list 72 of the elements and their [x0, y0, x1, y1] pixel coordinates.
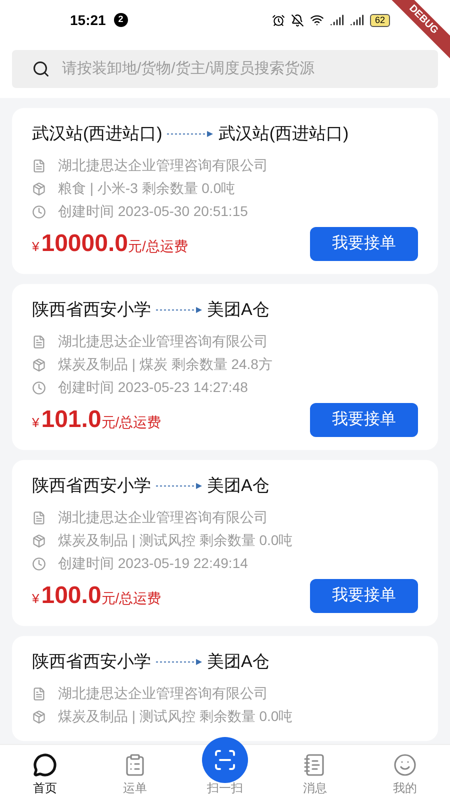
cargo-text: 煤炭及制品 | 煤炭 剩余数量 24.8方 [58, 355, 272, 374]
chat-bubble-icon [33, 753, 57, 777]
route-arrow-icon [166, 130, 214, 138]
company-text: 湖北捷思达企业管理咨询有限公司 [58, 508, 268, 527]
battery-indicator: 62 [370, 14, 390, 26]
order-card[interactable]: 陕西省西安小学 美团A仓 湖北捷思达企业管理咨询有限公司 煤炭及制品 | 测试风控 剩余数量 0.0吨 [12, 636, 438, 741]
created-time-text: 创建时间 2023-05-19 22:49:14 [58, 554, 248, 573]
destination-text: 美团A仓 [207, 299, 270, 322]
origin-text: 陕西省西安小学 [32, 475, 151, 498]
accept-order-button[interactable]: 我要接单 [310, 579, 418, 613]
document-icon [32, 158, 46, 172]
smiley-icon [393, 753, 417, 777]
nav-tab[interactable]: 我的 [360, 753, 450, 797]
clock-icon [32, 556, 46, 570]
search-field[interactable]: 请按装卸地/货物/货主/调度员搜索货源 [12, 50, 438, 88]
route-arrow-icon [155, 658, 203, 666]
signal-icon [350, 13, 364, 27]
accept-order-button[interactable]: 我要接单 [310, 227, 418, 261]
nav-tab[interactable]: 消息 [270, 753, 360, 797]
wifi-icon [310, 13, 324, 27]
document-icon [32, 510, 46, 524]
alarm-icon [272, 14, 285, 26]
origin-text: 武汉站(西进站口) [32, 123, 162, 146]
box-icon [32, 710, 46, 724]
accept-order-button[interactable]: 我要接单 [310, 403, 418, 437]
price-unit: 元/总运费 [101, 412, 162, 432]
origin-text: 陕西省西安小学 [32, 651, 151, 674]
created-time-text: 创建时间 2023-05-23 14:27:48 [58, 378, 248, 397]
nav-label[interactable]: 扫一扫 [207, 779, 243, 797]
document-icon [32, 686, 46, 700]
route-arrow-icon [155, 482, 203, 490]
company-text: 湖北捷思达企业管理咨询有限公司 [58, 156, 268, 175]
box-icon [32, 182, 46, 196]
destination-text: 美团A仓 [207, 475, 270, 498]
currency-symbol: ¥ [32, 590, 40, 608]
destination-text: 美团A仓 [207, 651, 270, 674]
status-time: 15:21 [70, 10, 106, 30]
cargo-text: 煤炭及制品 | 测试风控 剩余数量 0.0吨 [58, 531, 293, 550]
box-icon [32, 534, 46, 548]
destination-text: 武汉站(西进站口) [218, 123, 349, 146]
price-unit: 元/总运费 [101, 588, 162, 608]
origin-text: 陕西省西安小学 [32, 299, 151, 322]
document-icon [32, 334, 46, 348]
freight-price: 10000.0 [41, 232, 128, 256]
mute-icon [290, 14, 304, 26]
order-card[interactable]: 武汉站(西进站口) 武汉站(西进站口) 湖北捷思达企业管理咨询有限公司 粮食 | 小米-3 剩余数量 0.0吨 创建时间 2023-05-30 20:51:15 ¥10000.0元/总运费 我要接单 [12, 108, 438, 274]
nav-tab[interactable]: 运单 [90, 753, 180, 797]
search-icon [32, 60, 50, 78]
search-input[interactable]: 请按装卸地/货物/货主/调度员搜索货源 [62, 58, 418, 80]
notification-badge: 2 [114, 13, 128, 27]
route-arrow-icon [155, 306, 203, 314]
box-icon [32, 358, 46, 372]
signal-icon [330, 13, 344, 27]
clock-icon [32, 204, 46, 218]
company-text: 湖北捷思达企业管理咨询有限公司 [58, 684, 268, 703]
currency-symbol: ¥ [32, 238, 40, 256]
cargo-text: 煤炭及制品 | 测试风控 剩余数量 0.0吨 [58, 707, 293, 726]
scan-icon [213, 748, 237, 772]
notebook-icon [303, 753, 327, 777]
order-card[interactable]: 陕西省西安小学 美团A仓 湖北捷思达企业管理咨询有限公司 煤炭及制品 | 测试风控 剩余数量 0.0吨 创建时间 2023-05-19 22:49:14 ¥100.0元/总运费 我要接单 [12, 460, 438, 626]
price-unit: 元/总运费 [128, 236, 188, 256]
clock-icon [32, 380, 46, 394]
currency-symbol: ¥ [32, 414, 40, 432]
created-time-text: 创建时间 2023-05-30 20:51:15 [58, 202, 248, 221]
freight-price: 100.0 [41, 584, 102, 608]
order-card[interactable]: 陕西省西安小学 美团A仓 湖北捷思达企业管理咨询有限公司 煤炭及制品 | 煤炭 剩余数量 24.8方 创建时间 2023-05-23 14:27:48 ¥101.0元/总运费 我要接单 [12, 284, 438, 450]
cargo-text: 粮食 | 小米-3 剩余数量 0.0吨 [58, 179, 236, 198]
company-text: 湖北捷思达企业管理咨询有限公司 [58, 332, 268, 351]
freight-price: 101.0 [41, 408, 102, 432]
clipboard-icon [123, 753, 147, 777]
nav-tab[interactable]: 首页 [0, 753, 90, 797]
scan-button[interactable] [202, 737, 248, 783]
